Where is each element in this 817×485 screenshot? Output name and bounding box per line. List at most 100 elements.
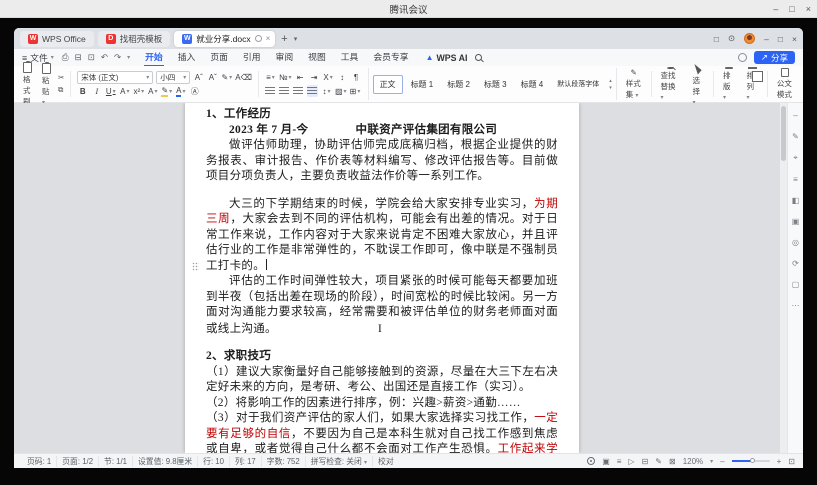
paragraph-drag-handle[interactable] bbox=[192, 262, 199, 271]
copy-icon[interactable]: ⧉ bbox=[58, 85, 64, 95]
meeting-minimize-button[interactable]: – bbox=[773, 4, 778, 14]
paragraph[interactable]: 1、工作经历 bbox=[206, 107, 558, 123]
navigation-pane-icon[interactable]: ≡ bbox=[793, 175, 798, 184]
collapse-panel-icon[interactable]: – bbox=[793, 111, 797, 120]
tab-close-icon[interactable]: × bbox=[266, 34, 271, 43]
card-view-icon[interactable]: ▢ bbox=[792, 280, 800, 289]
font-size-select[interactable]: 小四▾ bbox=[156, 71, 190, 84]
meeting-maximize-button[interactable]: □ bbox=[789, 4, 794, 14]
ink-pen-icon[interactable]: ✎ bbox=[655, 457, 662, 466]
sort-icon[interactable]: ↕ bbox=[337, 71, 348, 83]
document-page[interactable]: 1、工作经历2023 年 7 月-今 中联资产评估集团有限公司做评估师助理，协助… bbox=[185, 103, 579, 453]
zoom-caret-icon[interactable]: ▾ bbox=[710, 458, 713, 465]
menu-page[interactable]: 页面 bbox=[209, 49, 229, 67]
select-button[interactable]: 选择 ▾ bbox=[690, 68, 707, 100]
redo-icon[interactable]: ↷ bbox=[114, 52, 121, 63]
vertical-scrollbar[interactable] bbox=[780, 103, 787, 453]
status-word-count[interactable]: 字数: 752 bbox=[262, 456, 306, 467]
new-tab-button[interactable]: + bbox=[279, 33, 289, 45]
paragraph[interactable]: 2023 年 7 月-今 中联资产评估集团有限公司 bbox=[206, 123, 558, 139]
italic-button[interactable]: I bbox=[91, 86, 102, 98]
zoom-slider[interactable] bbox=[732, 460, 770, 462]
tab-wps-office[interactable]: W WPS Office bbox=[20, 31, 94, 47]
bullets-icon[interactable]: ≡▾ bbox=[265, 71, 276, 83]
gov-mode-button[interactable]: 公文模式 bbox=[774, 68, 797, 100]
tab-docer-templates[interactable]: D 找稻壳模板 bbox=[98, 31, 171, 47]
menu-view[interactable]: 视图 bbox=[307, 49, 327, 67]
outline-view-icon[interactable]: ≡ bbox=[617, 457, 622, 466]
meeting-close-button[interactable]: × bbox=[806, 4, 811, 14]
decrease-indent-icon[interactable]: ⇤ bbox=[295, 71, 306, 83]
find-replace-button[interactable]: 查找替换 ▾ bbox=[658, 68, 684, 100]
style-default-font[interactable]: 默认段落字体 bbox=[551, 76, 605, 92]
paragraph[interactable]: 大三的下学期结束的时候，学院会给大家安排专业实习，为期三周，大家会去到不同的评估… bbox=[206, 197, 558, 275]
shading-icon[interactable]: ▨▾ bbox=[335, 85, 347, 97]
superscript-icon[interactable]: x²▾ bbox=[133, 86, 144, 98]
eye-protect-icon[interactable] bbox=[587, 457, 595, 465]
style-heading1[interactable]: 标题 1 bbox=[405, 76, 440, 93]
paragraph[interactable]: （2）将影响工作的因素进行排序，例：兴趣>薪资>通勤…… bbox=[206, 396, 558, 412]
font-name-select[interactable]: 宋体 (正文)▾ bbox=[77, 71, 153, 84]
wps-ai-button[interactable]: ▲ WPS AI bbox=[426, 53, 468, 63]
paragraph[interactable]: 2、求职技巧 bbox=[206, 349, 558, 365]
refresh-icon[interactable]: ⟳ bbox=[792, 259, 799, 268]
menu-home[interactable]: 开始 bbox=[144, 49, 164, 67]
wps-close-button[interactable]: × bbox=[792, 34, 797, 44]
format-painter-button[interactable]: 格式刷 bbox=[20, 62, 35, 107]
zoom-in-button[interactable]: + bbox=[777, 457, 782, 466]
font-color-icon[interactable]: A▾ bbox=[175, 86, 186, 98]
more-tools-icon[interactable]: ⋯ bbox=[792, 301, 800, 310]
arrange-button[interactable]: 排列 ▾ bbox=[743, 68, 760, 100]
style-normal[interactable]: 正文 bbox=[373, 75, 403, 94]
bold-button[interactable]: B bbox=[77, 86, 88, 98]
numbering-icon[interactable]: №▾ bbox=[279, 71, 292, 83]
menu-review[interactable]: 审阅 bbox=[275, 49, 295, 67]
clear-format-icon[interactable]: A⌫ bbox=[235, 71, 252, 83]
status-spellcheck[interactable]: 拼写检查: 关闭 ▾ bbox=[306, 456, 373, 467]
tab-document[interactable]: W 就业分享.docx × bbox=[174, 31, 275, 47]
wps-restore-button[interactable]: □ bbox=[778, 34, 783, 44]
menu-member[interactable]: 会员专享 bbox=[372, 49, 409, 67]
paragraph[interactable]: （1）建议大家衡量好自己能够接触到的资源，尽量在大三下左右决定好未来的方向，是考… bbox=[206, 365, 558, 396]
align-center-icon[interactable] bbox=[279, 85, 290, 97]
style-heading4[interactable]: 标题 4 bbox=[515, 76, 550, 93]
settings-globe-icon[interactable]: ⊙ bbox=[728, 33, 735, 44]
edit-pen-icon[interactable]: ✎ bbox=[792, 132, 799, 141]
typeset-button[interactable]: 排版 ▾ bbox=[720, 68, 737, 100]
paste-button[interactable]: 粘贴 ▾ bbox=[39, 63, 54, 106]
print-icon[interactable]: ⊟ bbox=[75, 52, 82, 63]
read-mode-icon[interactable]: ▷ bbox=[628, 457, 634, 466]
print-layout-icon[interactable]: ⊟ bbox=[642, 457, 649, 466]
undo-icon[interactable]: ↶ bbox=[101, 52, 108, 63]
paragraph-spacer[interactable] bbox=[206, 185, 558, 197]
increase-indent-icon[interactable]: ⇥ bbox=[309, 71, 320, 83]
highlight-color-icon[interactable]: ✎▾ bbox=[161, 86, 172, 98]
align-right-icon[interactable] bbox=[293, 85, 304, 97]
paragraph[interactable]: 做评估师助理，协助评估师完成底稿归档，根据企业提供的财务报表、审计报告、作价表等… bbox=[206, 138, 558, 185]
show-marks-icon[interactable]: ¶ bbox=[351, 71, 362, 83]
line-spacing-icon[interactable]: ↕▾ bbox=[321, 85, 332, 97]
zoom-out-button[interactable]: – bbox=[720, 457, 724, 466]
text-effects-icon[interactable]: ✎▾ bbox=[221, 71, 232, 83]
help-ring-icon[interactable] bbox=[738, 53, 747, 62]
style-set-button[interactable]: ✎ 样式集 ▾ bbox=[623, 68, 645, 100]
style-heading2[interactable]: 标题 2 bbox=[441, 76, 476, 93]
fit-page-icon[interactable]: ⊠ bbox=[669, 457, 676, 466]
status-proofread[interactable]: 校对 bbox=[373, 456, 399, 467]
scrollbar-thumb[interactable] bbox=[781, 106, 786, 161]
share-button[interactable]: ↗ 分享 bbox=[754, 51, 795, 64]
page-view-icon[interactable]: ▣ bbox=[602, 457, 610, 466]
align-left-icon[interactable] bbox=[265, 85, 276, 97]
paragraph-spacer[interactable] bbox=[206, 337, 558, 349]
window-mode-icon[interactable]: □ bbox=[714, 34, 719, 44]
zoom-level-label[interactable]: 120% bbox=[683, 457, 703, 466]
user-avatar[interactable] bbox=[744, 33, 755, 44]
wps-minimize-button[interactable]: – bbox=[764, 34, 769, 44]
save-icon[interactable]: ⎙ bbox=[62, 52, 69, 63]
paragraph[interactable]: 评估的工作时间弹性较大，项目紧张的时候可能每天都要加班到半夜（包括出差在现场的阶… bbox=[206, 274, 558, 337]
menu-tools[interactable]: 工具 bbox=[340, 49, 360, 67]
underline-button[interactable]: U▾ bbox=[105, 86, 116, 98]
fullscreen-icon[interactable]: ⊡ bbox=[788, 457, 795, 466]
styles-up-icon[interactable]: ▴ bbox=[609, 78, 612, 84]
export-pdf-icon[interactable]: ⊡ bbox=[88, 52, 95, 63]
